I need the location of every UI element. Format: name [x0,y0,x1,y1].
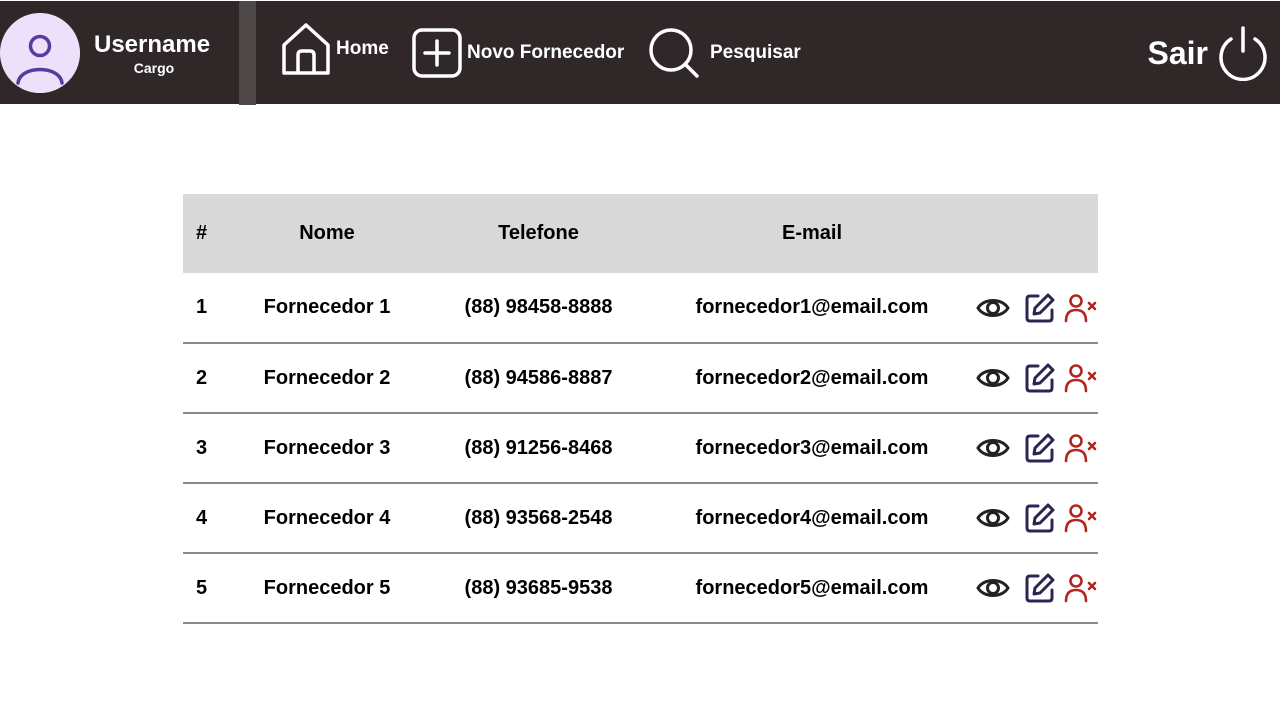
row-actions [968,343,1098,413]
row-actions-group [968,432,1098,464]
supplier-name: Fornecedor 4 [263,506,391,529]
supplier-name: Fornecedor 1 [263,296,391,318]
view-button[interactable] [976,505,1010,531]
view-button[interactable] [976,575,1010,601]
table-header-row: # Nome Telefone E-mail [183,194,1098,273]
plus-square-icon [412,28,462,78]
user-remove-icon [1064,573,1098,603]
avatar[interactable] [0,13,80,93]
supplier-phone: (88) 93685-9538 [464,576,613,599]
supplier-email: fornecedor4@email.com [695,506,929,529]
supplier-email: fornecedor2@email.com [695,366,929,389]
eye-icon [976,575,1010,601]
delete-button[interactable] [1064,573,1098,603]
user-remove-icon [1064,363,1098,393]
column-header-actions [968,194,1098,273]
table-row: 4 Fornecedor 4 (88) 93568-2548 fornecedor4@… [183,483,1098,553]
supplier-phone: (88) 91256-8468 [464,436,613,459]
header-divider [239,1,256,105]
user-role-label: Cargo [133,60,175,76]
edit-icon [1024,502,1056,534]
logout-label: Sair [1147,34,1208,71]
supplier-name: Fornecedor 2 [263,366,391,389]
row-actions [968,413,1098,483]
row-actions [968,483,1098,553]
column-header-email: E-mail [781,222,843,244]
nav-home-label: Home [336,38,389,59]
row-actions [968,553,1098,623]
table-row: 5 Fornecedor 5 (88) 93685-9538 fornecedor5@… [183,553,1098,623]
supplier-phone: (88) 98458-8888 [464,296,613,318]
nav-home-link[interactable]: Home [280,21,389,77]
row-number: 1 [196,296,208,318]
table-row: 2 Fornecedor 2 (88) 94586-8887 fornecedor2@… [183,343,1098,413]
column-header-phone: Telefone [498,222,579,244]
home-icon [282,23,330,75]
edit-button[interactable] [1024,432,1056,464]
edit-icon [1024,362,1056,394]
eye-icon [976,295,1010,321]
row-actions-group [968,362,1098,394]
user-remove-icon [1064,503,1098,533]
delete-button[interactable] [1064,293,1098,323]
row-actions-group [968,572,1098,604]
row-number: 5 [196,576,208,599]
view-button[interactable] [976,365,1010,391]
nav-new-supplier-link[interactable]: Novo Fornecedor [411,27,624,79]
edit-button[interactable] [1024,502,1056,534]
table-row: 1 Fornecedor 1 (88) 98458-8888 fornecedor1@… [183,273,1098,343]
row-number: 2 [196,366,208,389]
delete-button[interactable] [1064,503,1098,533]
eye-icon [976,505,1010,531]
eye-icon [976,435,1010,461]
edit-button[interactable] [1024,572,1056,604]
supplier-email: fornecedor3@email.com [695,436,929,459]
column-header-number: # [196,222,208,244]
nav-search-label: Pesquisar [710,42,801,63]
power-icon [1219,26,1267,81]
supplier-email: fornecedor5@email.com [695,576,929,599]
user-icon [0,13,80,93]
supplier-name: Fornecedor 3 [263,436,391,459]
row-number: 3 [196,436,208,459]
edit-icon [1024,292,1056,324]
username-label: Username [94,31,211,58]
supplier-phone: (88) 93568-2548 [464,506,613,529]
user-remove-icon [1064,293,1098,323]
supplier-name: Fornecedor 5 [263,576,391,599]
table-header: # Nome Telefone E-mail [183,194,1098,273]
supplier-table-container: # Nome Telefone E-mail 1 Fornecedor 1 (88)… [183,194,1098,624]
view-button[interactable] [976,435,1010,461]
top-navigation-bar: Username Cargo Home Novo Fornecedor Pesq… [0,0,1280,105]
row-actions-group [968,502,1098,534]
view-button[interactable] [976,295,1010,321]
table-body: 1 Fornecedor 1 (88) 98458-8888 fornecedor1@… [183,273,1098,623]
user-remove-icon [1064,433,1098,463]
edit-icon [1024,572,1056,604]
edit-button[interactable] [1024,292,1056,324]
supplier-table: # Nome Telefone E-mail 1 Fornecedor 1 (88)… [183,194,1098,624]
nav-search-link[interactable]: Pesquisar [648,27,801,79]
nav-new-supplier-label: Novo Fornecedor [467,42,625,63]
search-icon [649,28,699,78]
row-actions [968,273,1098,343]
delete-button[interactable] [1064,363,1098,393]
column-header-name: Nome [299,222,355,244]
delete-button[interactable] [1064,433,1098,463]
logout-button[interactable]: Sair [1148,25,1270,81]
supplier-phone: (88) 94586-8887 [464,366,613,389]
supplier-email: fornecedor1@email.com [695,296,929,318]
edit-icon [1024,432,1056,464]
row-number: 4 [196,506,208,529]
eye-icon [976,365,1010,391]
edit-button[interactable] [1024,362,1056,394]
table-row: 3 Fornecedor 3 (88) 91256-8468 fornecedor3@… [183,413,1098,483]
row-actions-group [968,292,1098,324]
